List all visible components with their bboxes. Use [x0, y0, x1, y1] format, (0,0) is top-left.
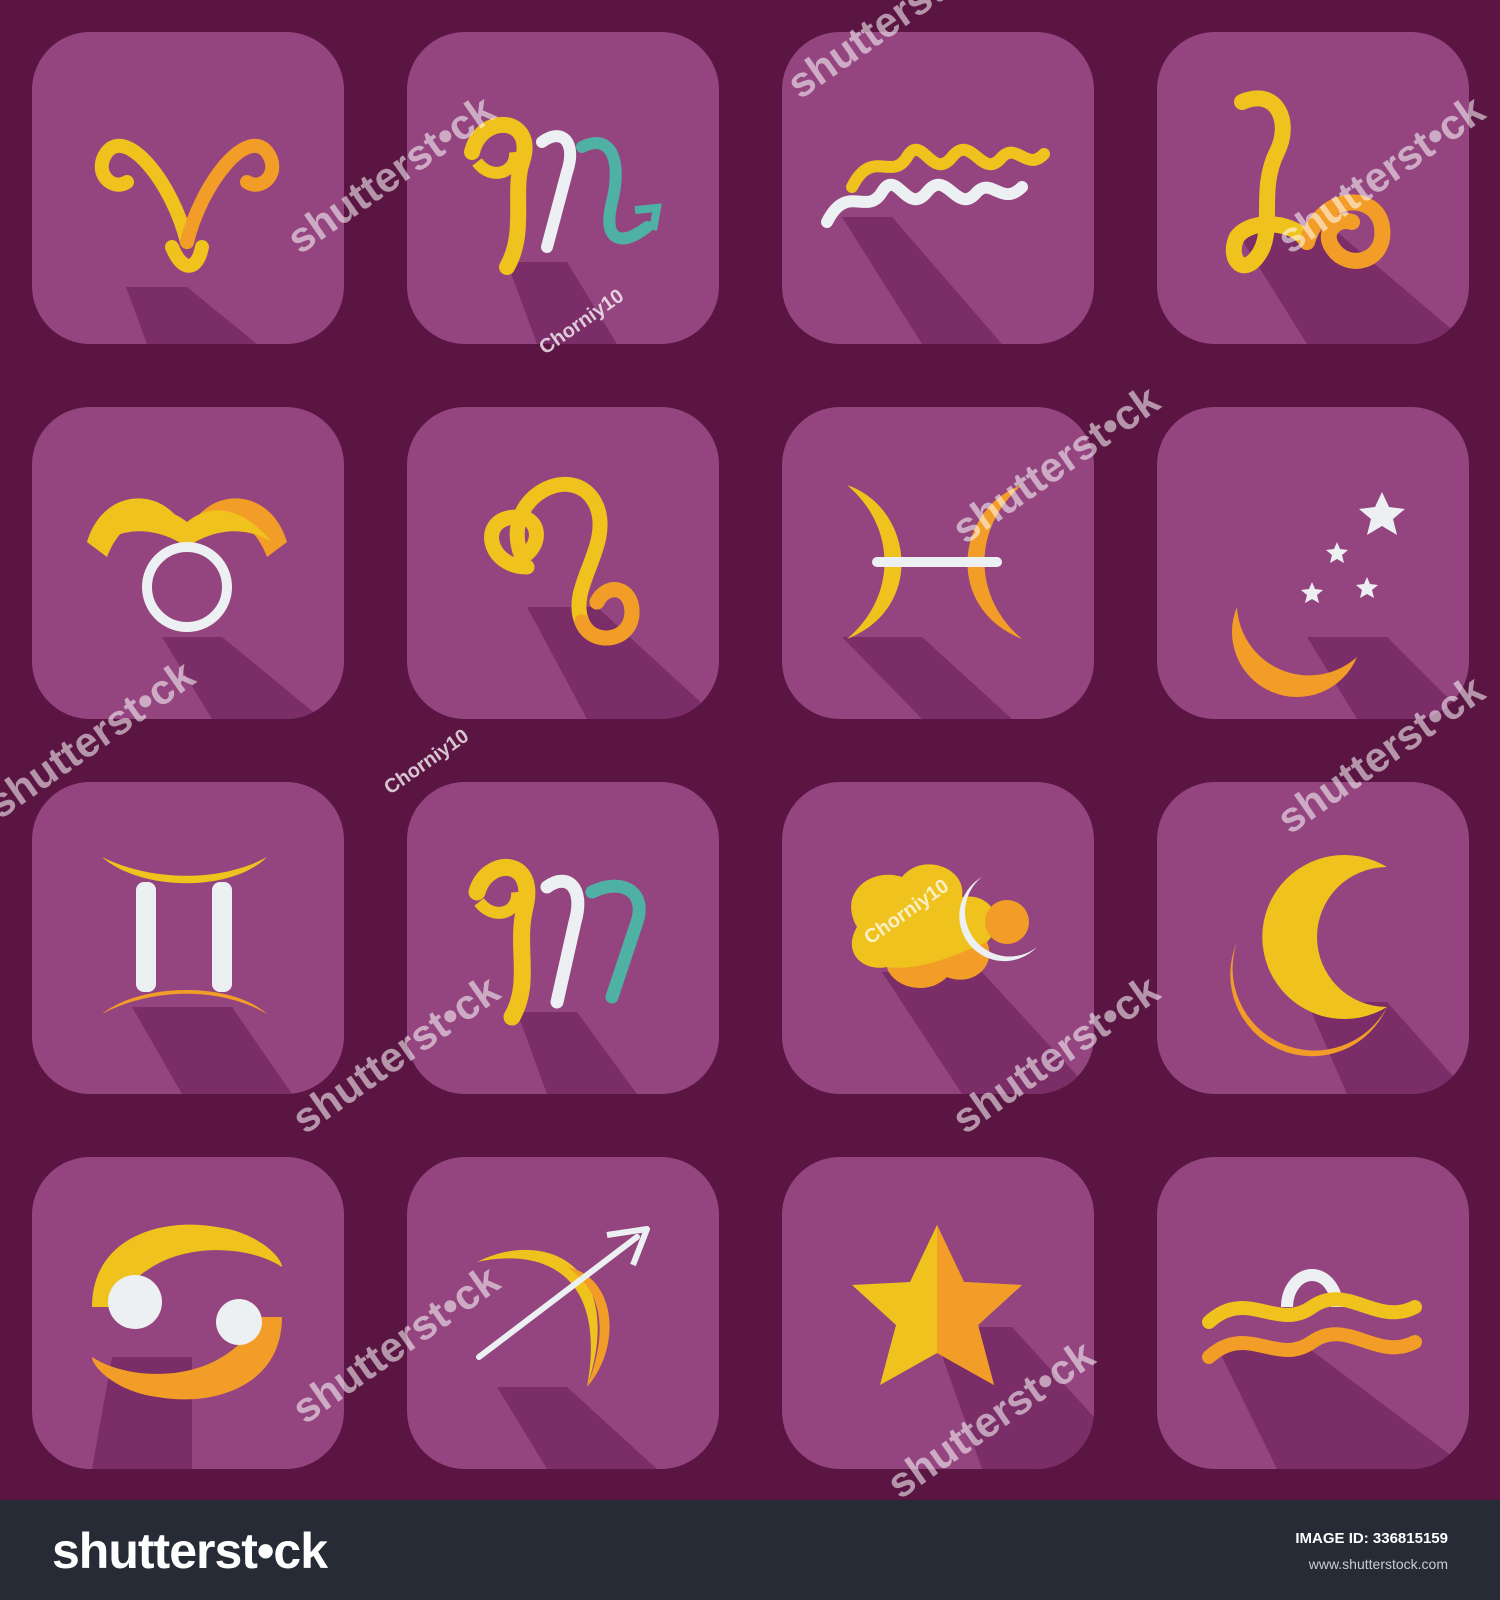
virgo-icon — [407, 782, 719, 1094]
aries-icon — [32, 32, 344, 344]
footer-logo: shutterst•ck — [52, 1523, 328, 1579]
image-id-caption: IMAGE ID: — [1295, 1530, 1369, 1547]
star-icon — [782, 1157, 1094, 1469]
zodiac-icon-grid: shutterst•ck shutterst•ckshutterst•ckshut… — [0, 0, 1493, 1500]
stock-footer-bar: shutterst•ck IMAGE ID: 336815159 www.shu… — [0, 1500, 1500, 1600]
image-id-value: 336815159 — [1372, 1530, 1448, 1547]
scorpio-icon — [407, 32, 719, 344]
capricorn-icon — [1157, 32, 1469, 344]
libra-icon — [1157, 1157, 1469, 1469]
image-id-label: IMAGE ID: 336815159 — [1295, 1530, 1448, 1547]
gemini-icon — [32, 782, 344, 1094]
leo-icon — [407, 407, 719, 719]
footer-url: www.shutterstock.com — [1308, 1556, 1448, 1572]
moon-stars-icon — [1157, 407, 1469, 719]
cancer-icon — [32, 1157, 344, 1469]
stock-image-canvas: shutterst•ck shutterst•ck shutterst•ck shut… — [0, 0, 1500, 1600]
